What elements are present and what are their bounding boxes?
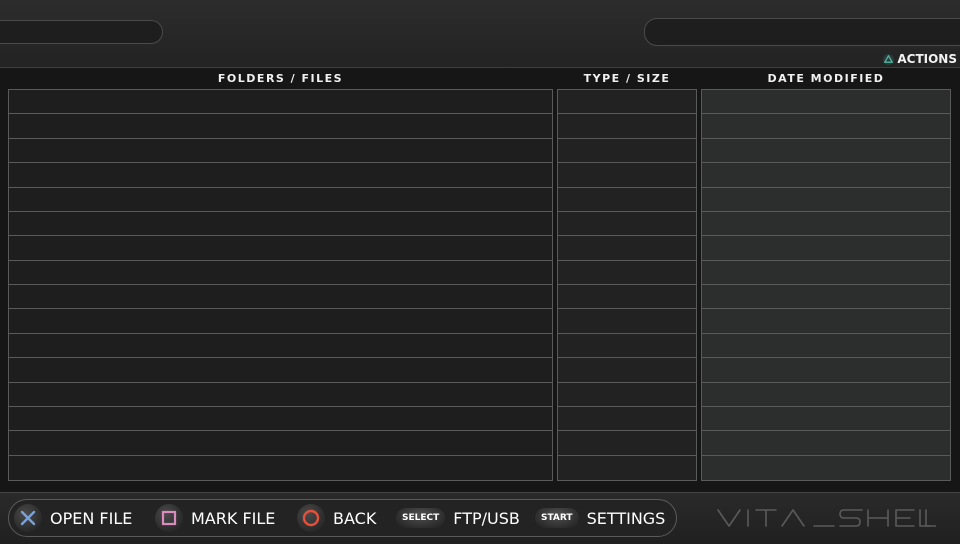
file-name-cell[interactable]	[9, 456, 552, 480]
status-field	[644, 18, 960, 46]
type-size-cell[interactable]	[558, 334, 696, 359]
type-size-cell[interactable]	[558, 236, 696, 261]
top-bar: ACTIONS	[0, 0, 960, 68]
back-label: BACK	[333, 508, 377, 528]
date-modified-cell[interactable]	[702, 358, 950, 383]
date-modified-column[interactable]	[701, 89, 951, 481]
file-name-cell[interactable]	[9, 334, 552, 359]
footer-bar: OPEN FILE MARK FILE BACK SELECT FTP/USB …	[0, 492, 960, 544]
type-size-cell[interactable]	[558, 383, 696, 407]
select-button-icon: SELECT	[396, 508, 446, 528]
file-name-cell[interactable]	[9, 212, 552, 237]
type-size-cell[interactable]	[558, 456, 696, 480]
date-modified-cell[interactable]	[702, 163, 950, 188]
ftp-usb-label: FTP/USB	[453, 508, 520, 528]
start-button-icon: START	[535, 508, 579, 528]
type-size-cell[interactable]	[558, 407, 696, 432]
date-modified-cell[interactable]	[702, 261, 950, 285]
column-header-folders-files[interactable]: FOLDERS / FILES	[8, 72, 553, 86]
mark-file-label: MARK FILE	[191, 508, 276, 528]
type-size-cell[interactable]	[558, 188, 696, 212]
settings-label: SETTINGS	[586, 508, 666, 528]
date-modified-cell[interactable]	[702, 431, 950, 456]
actions-hint[interactable]: ACTIONS	[883, 51, 957, 67]
ftp-usb-control[interactable]: SELECT FTP/USB	[396, 504, 520, 532]
open-file-label: OPEN FILE	[50, 508, 133, 528]
column-header-type-size[interactable]: TYPE / SIZE	[557, 72, 697, 86]
folders-files-column[interactable]	[8, 89, 553, 481]
circle-button-icon	[297, 504, 325, 532]
cross-button-icon	[14, 504, 42, 532]
date-modified-cell[interactable]	[702, 114, 950, 139]
path-field	[0, 20, 163, 44]
date-modified-cell[interactable]	[702, 407, 950, 432]
date-modified-cell[interactable]	[702, 456, 950, 480]
type-size-cell[interactable]	[558, 309, 696, 334]
file-name-cell[interactable]	[9, 261, 552, 285]
file-name-cell[interactable]	[9, 90, 552, 115]
type-size-cell[interactable]	[558, 285, 696, 310]
file-name-cell[interactable]	[9, 114, 552, 139]
file-name-cell[interactable]	[9, 188, 552, 212]
file-name-cell[interactable]	[9, 383, 552, 407]
back-control[interactable]: BACK	[297, 504, 376, 532]
date-modified-cell[interactable]	[702, 334, 950, 359]
file-name-cell[interactable]	[9, 285, 552, 310]
file-browser: FOLDERS / FILES TYPE / SIZE DATE MODIFIE…	[0, 68, 960, 492]
vitashell-logo	[717, 509, 936, 527]
square-button-icon	[155, 504, 183, 532]
type-size-cell[interactable]	[558, 163, 696, 188]
type-size-cell[interactable]	[558, 90, 696, 115]
triangle-icon	[883, 53, 895, 65]
file-name-cell[interactable]	[9, 431, 552, 456]
date-modified-cell[interactable]	[702, 383, 950, 407]
date-modified-cell[interactable]	[702, 285, 950, 310]
date-modified-cell[interactable]	[702, 212, 950, 237]
date-modified-cell[interactable]	[702, 188, 950, 212]
type-size-column[interactable]	[557, 89, 697, 481]
file-name-cell[interactable]	[9, 309, 552, 334]
date-modified-cell[interactable]	[702, 90, 950, 115]
button-hints: OPEN FILE MARK FILE BACK SELECT FTP/USB …	[8, 499, 677, 537]
file-name-cell[interactable]	[9, 236, 552, 261]
file-name-cell[interactable]	[9, 163, 552, 188]
actions-label: ACTIONS	[897, 52, 957, 66]
date-modified-cell[interactable]	[702, 309, 950, 334]
mark-file-control[interactable]: MARK FILE	[155, 504, 275, 532]
file-name-cell[interactable]	[9, 407, 552, 432]
type-size-cell[interactable]	[558, 114, 696, 139]
type-size-cell[interactable]	[558, 431, 696, 456]
settings-control[interactable]: START SETTINGS	[535, 504, 665, 532]
type-size-cell[interactable]	[558, 261, 696, 285]
file-name-cell[interactable]	[9, 139, 552, 164]
open-file-control[interactable]: OPEN FILE	[14, 504, 132, 532]
file-name-cell[interactable]	[9, 358, 552, 383]
type-size-cell[interactable]	[558, 139, 696, 164]
type-size-cell[interactable]	[558, 212, 696, 237]
date-modified-cell[interactable]	[702, 236, 950, 261]
type-size-cell[interactable]	[558, 358, 696, 383]
date-modified-cell[interactable]	[702, 139, 950, 164]
column-header-date-modified[interactable]: DATE MODIFIED	[701, 72, 951, 86]
